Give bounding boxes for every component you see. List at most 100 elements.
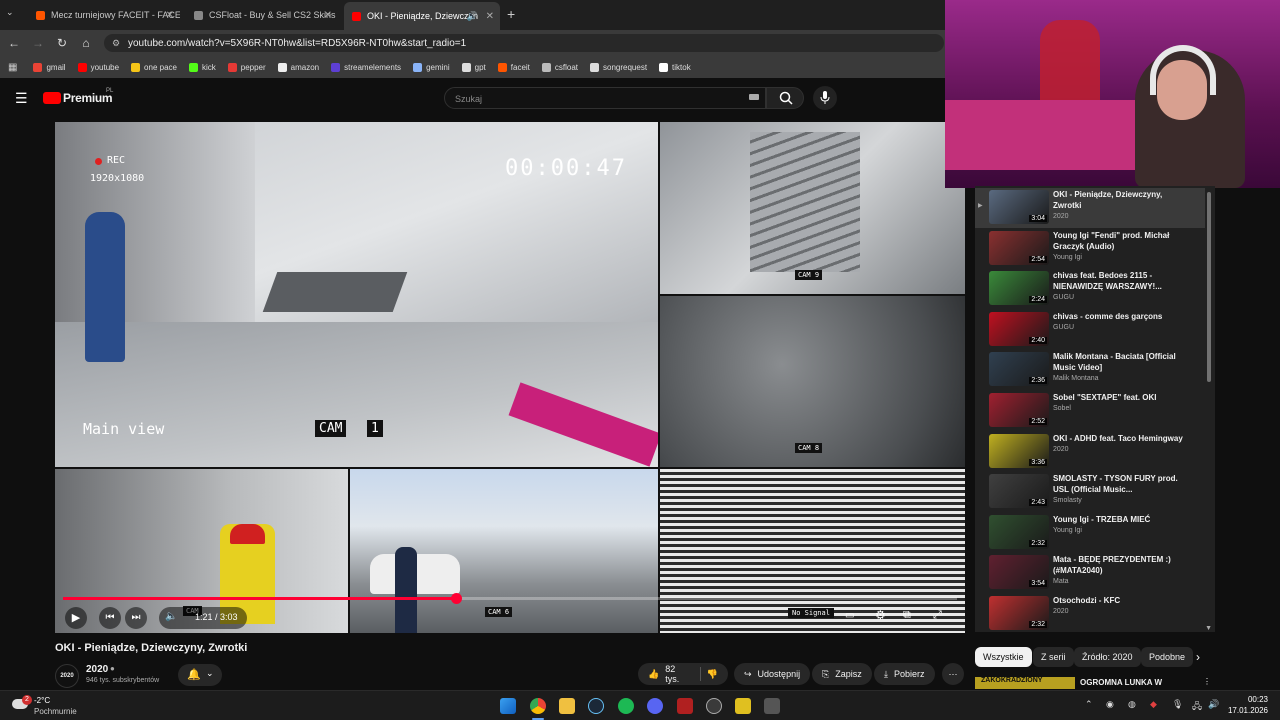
scroll-down-icon[interactable]: ▼ (1205, 625, 1212, 632)
playlist-item[interactable]: ▶ 3:04 OKI - Pieniądze, Dziewczyny, Zwrotk… (975, 188, 1205, 228)
tray-shield-icon[interactable]: ◆ (1150, 699, 1157, 710)
playlist-item[interactable]: 3:36 OKI - ADHD feat. Taco Hemingway 2020 (975, 432, 1205, 472)
bookmark-faceit[interactable]: faceit (497, 62, 530, 72)
poster-figure (1040, 20, 1100, 110)
search-input[interactable]: Szukaj (444, 87, 766, 109)
settings-icon[interactable]: ⚙ (875, 608, 886, 622)
steam-icon[interactable] (588, 698, 604, 714)
speaker-icon[interactable]: 🔊 (467, 11, 478, 22)
bookmark-streamelements[interactable]: streamelements (331, 62, 401, 72)
search-button[interactable] (766, 87, 804, 109)
next-icon[interactable]: ⏭ (125, 607, 147, 629)
recommended-more-icon[interactable]: ⋮ (1203, 677, 1211, 686)
progress-bar[interactable] (63, 593, 957, 604)
reload-icon[interactable]: ↻ (50, 36, 74, 50)
video-player[interactable]: REC 1920x1080 00:00:47 Main view CAM 1 C… (55, 122, 965, 633)
captions-icon[interactable]: ▭ (845, 610, 854, 621)
file-explorer-icon[interactable] (559, 698, 575, 714)
forward-icon[interactable]: → (26, 36, 50, 50)
network-icon[interactable]: 🖧 (1192, 699, 1202, 715)
discord-icon[interactable] (647, 698, 663, 714)
playlist-scrollbar[interactable] (1207, 192, 1211, 382)
playlist-item[interactable]: 2:24 chivas feat. Bedoes 2115 - NIENAWIDZ… (975, 269, 1205, 309)
tray-steam-icon[interactable]: ◉ (1106, 699, 1114, 710)
duration-badge: 2:32 (1029, 539, 1047, 547)
tab-csfloat[interactable]: CSFloat - Buy & Sell CS2 Skins ✕ (186, 4, 338, 26)
playlist-item[interactable]: 3:54 Mata - BĘDĘ PREZYDENTEM :) (#MATA204… (975, 553, 1205, 593)
miniplayer-icon[interactable]: ⧉ (903, 609, 911, 622)
officer (395, 547, 417, 633)
channel-avatar[interactable]: 2020 (55, 664, 79, 688)
bookmark-tiktok[interactable]: tiktok (659, 62, 691, 72)
playlist-item[interactable]: 2:40 chivas - comme des garçons GUGU (975, 310, 1205, 350)
thumbs-down-icon[interactable]: 👎 (707, 669, 718, 680)
filter-chip[interactable]: Źródło: 2020 (1074, 647, 1141, 667)
youtube-logo-icon[interactable] (43, 92, 61, 104)
new-tab-button[interactable]: + (507, 6, 515, 22)
windows-start-icon[interactable] (500, 698, 516, 714)
voice-search-button[interactable] (813, 86, 837, 110)
playlist-item[interactable]: 2:32 Otsochodzi - KFC 2020 (975, 594, 1205, 632)
fullscreen-icon[interactable]: ⤢ (933, 609, 942, 622)
tray-chevron-icon[interactable]: ⌃ (1085, 699, 1093, 710)
clock-time[interactable]: 00:23 (1228, 695, 1268, 704)
app-lightning-icon[interactable] (735, 698, 751, 714)
chips-next-icon[interactable]: › (1196, 650, 1200, 664)
youtube-premium-logo[interactable]: Premium (63, 91, 113, 105)
bookmark-pepper[interactable]: pepper (227, 62, 266, 72)
tab-search-chevron-icon[interactable]: ⌄ (6, 7, 14, 18)
playlist-thumbnail: 3:04 (989, 190, 1049, 224)
playlist-item[interactable]: 2:32 Young Igi - TRZEBA MIEĆ Young Igi (975, 513, 1205, 553)
shield-icon[interactable] (677, 698, 693, 714)
url-field[interactable]: ⚙ youtube.com/watch?v=5X96R-NT0hw&list=R… (104, 34, 944, 52)
download-button[interactable]: ⤓ Pobierz (874, 663, 935, 685)
volume-tray-icon[interactable]: 🔊 (1208, 699, 1219, 710)
spotify-icon[interactable] (618, 698, 634, 714)
save-button[interactable]: ⎘ Zapisz (812, 663, 872, 685)
previous-icon[interactable]: ⏮ (99, 607, 121, 629)
close-tab-icon[interactable]: ✕ (166, 10, 174, 21)
more-actions-button[interactable]: ⋯ (942, 663, 964, 685)
share-button[interactable]: ↪ Udostępnij (734, 663, 811, 685)
recommended-item[interactable]: ZAKOKRADZIONY OGROMNA LUNKA W ⋮ (975, 677, 1215, 689)
bookmark-gmail[interactable]: gmail (33, 62, 66, 72)
playlist-item[interactable]: 2:36 Malik Montana - Baciata [Official Mu… (975, 350, 1205, 390)
bookmark-gemini[interactable]: gemini (413, 62, 450, 72)
filter-chip[interactable]: Podobne (1141, 647, 1194, 667)
bookmark-amazon[interactable]: amazon (277, 62, 319, 72)
home-icon[interactable]: ⌂ (74, 36, 98, 50)
site-info-icon[interactable]: ⚙ (112, 38, 120, 49)
volume-icon[interactable]: 🔈 (165, 611, 177, 622)
apps-grid-icon[interactable]: ▦ (8, 62, 17, 73)
playlist-item[interactable]: 2:43 SMOLASTY - TYSON FURY prod. USL (Off… (975, 472, 1205, 512)
duration-badge: 3:04 (1029, 215, 1047, 222)
bookmark-songrequest[interactable]: songrequest (590, 62, 647, 72)
gear-app-icon[interactable] (706, 698, 722, 714)
clock-date[interactable]: 17.01.2026 (1222, 706, 1268, 715)
back-icon[interactable]: ← (2, 36, 26, 50)
filter-chip[interactable]: Z serii (1033, 647, 1074, 667)
keyboard-icon[interactable] (749, 94, 759, 100)
like-dislike-button[interactable]: 👍 82 tys. 👎 (638, 663, 728, 685)
close-tab-icon[interactable]: ✕ (486, 11, 494, 22)
bookmark-csfloat[interactable]: csfloat (541, 62, 578, 72)
tray-app-icon[interactable]: ◍ (1128, 699, 1136, 710)
weather-widget[interactable]: 2 -2°C Pochmurnie (10, 693, 90, 719)
calculator-icon[interactable] (764, 698, 780, 714)
menu-icon[interactable]: ☰ (15, 90, 28, 107)
bookmark-kick[interactable]: kick (188, 62, 216, 72)
playlist-item[interactable]: 2:52 Sobel "SEXTAPE" feat. OKI Sobel (975, 391, 1205, 431)
bookmark-one-pace[interactable]: one pace (131, 62, 177, 72)
filter-chip[interactable]: Wszystkie (975, 647, 1032, 667)
playlist-item[interactable]: 2:54 Young Igi "Fendi" prod. Michał Gracz… (975, 229, 1205, 269)
bookmark-youtube[interactable]: youtube (77, 62, 119, 72)
subscribed-bell-button[interactable]: 🔔 ⌄ (178, 664, 222, 686)
play-icon[interactable]: ▶ (65, 607, 87, 629)
channel-name[interactable]: 2020 (86, 664, 108, 675)
tray-mic-icon[interactable]: 🎙 (1172, 699, 1183, 710)
tab-youtube-active[interactable]: OKI - Pieniądze, Dziewczyn 🔊 ✕ (344, 2, 500, 30)
close-tab-icon[interactable]: ✕ (324, 10, 332, 21)
tab-faceit[interactable]: Mecz turniejowy FACEIT - FACE ✕ (28, 4, 180, 26)
chrome-icon[interactable] (530, 698, 546, 714)
bookmark-gpt[interactable]: gpt (461, 62, 486, 72)
